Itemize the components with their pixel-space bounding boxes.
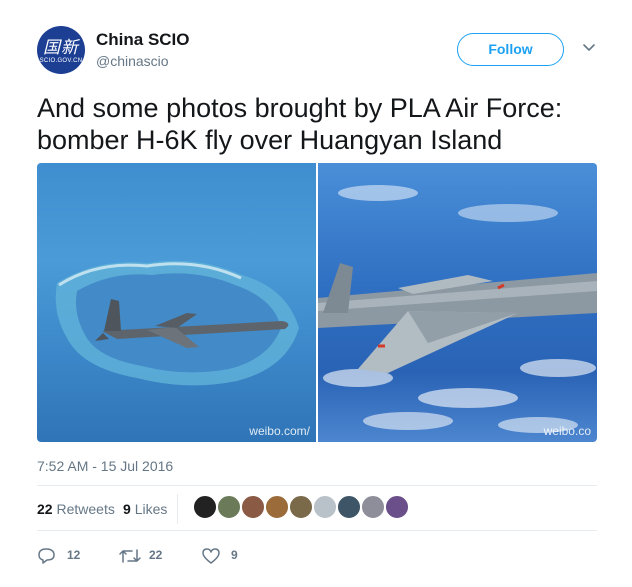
author-handle[interactable]: @chinascio [96,53,169,69]
liker-avatar[interactable] [193,495,217,519]
photo-2-watermark: weibo.co [543,424,591,438]
like-count: 9 [231,548,238,562]
reply-count: 12 [67,548,81,562]
liker-avatar[interactable] [313,495,337,519]
retweets-count: 22 [37,501,53,517]
author-display-name[interactable]: China SCIO [96,30,190,50]
heart-icon [202,548,220,564]
likes-label: Likes [134,501,168,517]
liker-avatar[interactable] [385,495,409,519]
retweet-icon [119,549,141,563]
tweet-stats: 22 Retweets 9 Likes [37,494,597,524]
photo-1-image [55,260,299,386]
stats-separator [177,494,178,524]
reply-icon [38,548,55,564]
retweets-stat[interactable]: 22 Retweets [37,501,115,517]
likes-count: 9 [123,501,131,517]
liker-avatar[interactable] [265,495,289,519]
chevron-down-icon[interactable] [581,39,597,55]
tweet-text: And some photos brought by PLA Air Force… [37,93,563,155]
photo-grid: weibo.com/ weibo.co [37,163,597,442]
liker-avatar[interactable] [337,495,361,519]
photo-2-image [318,185,597,433]
tweet-actions: 12 22 9 [37,545,597,565]
retweet-count: 22 [149,548,163,562]
likes-stat[interactable]: 9 Likes [123,501,167,517]
divider [37,530,597,531]
liker-avatar[interactable] [361,495,385,519]
liker-avatar[interactable] [289,495,313,519]
liker-avatar[interactable] [217,495,241,519]
tweet-timestamp[interactable]: 7:52 AM - 15 Jul 2016 [37,458,173,474]
photo-1-watermark: weibo.com/ [249,424,310,438]
tweet-photo-2[interactable]: weibo.co [318,163,597,442]
avatar-logo-subtext: SCIO.GOV.CN [39,58,83,64]
follow-button[interactable]: Follow [457,33,564,66]
tweet-photo-1[interactable]: weibo.com/ [37,163,316,442]
avatar-logo-glyphs: 国新 [43,38,79,58]
divider [37,485,597,486]
author-avatar[interactable]: 国新 SCIO.GOV.CN [37,26,85,74]
retweets-label: Retweets [56,501,115,517]
liker-avatar[interactable] [241,495,265,519]
tweet-header: 国新 SCIO.GOV.CN China SCIO @chinascio Fol… [37,26,602,76]
